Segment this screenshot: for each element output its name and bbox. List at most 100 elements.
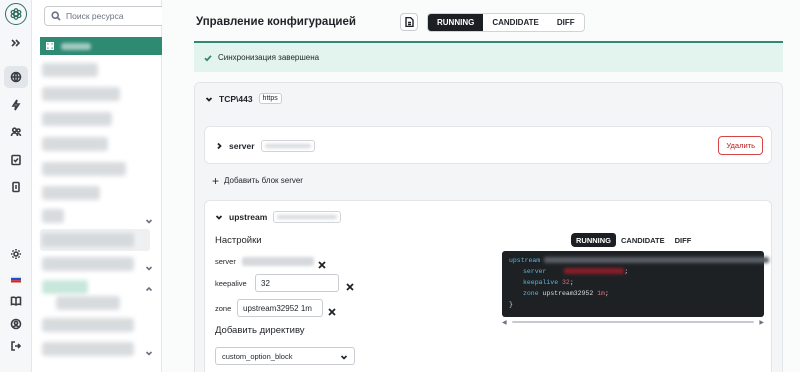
settings-title: Настройки — [215, 235, 262, 246]
checklist-icon[interactable] — [4, 149, 28, 171]
chevron-down-icon — [205, 96, 213, 102]
tree-item[interactable] — [42, 137, 108, 151]
page-title: Управление конфигурацией — [196, 16, 356, 28]
grid-icon — [46, 42, 54, 50]
app-root: Управление конфигурацией RUNNING CANDIDA… — [0, 0, 800, 372]
add-block-label: Добавить блок server — [224, 176, 303, 185]
search-icon — [51, 11, 61, 21]
remove-server-icon[interactable] — [317, 257, 327, 269]
upstream-name-redacted — [273, 211, 342, 223]
keepalive-input[interactable]: 32 — [255, 274, 339, 292]
tab-diff[interactable]: DIFF — [548, 14, 584, 31]
delete-button[interactable]: Удалить — [718, 136, 763, 155]
tree-item[interactable] — [42, 257, 134, 271]
code-line: } — [509, 301, 757, 312]
scroll-track[interactable] — [512, 321, 754, 323]
protocol-tag: https — [258, 93, 282, 104]
network-icon[interactable] — [4, 66, 28, 88]
logout-icon[interactable] — [4, 335, 28, 357]
preview-tab-candidate[interactable]: CANDIDATE — [616, 233, 670, 247]
banner-text: Синхронизация завершена — [218, 53, 320, 62]
code-redacted — [544, 257, 770, 264]
code-text: } — [509, 301, 513, 308]
tab-candidate[interactable]: CANDIDATE — [483, 14, 548, 31]
upstream-label: upstream — [229, 212, 268, 222]
users-icon[interactable] — [4, 121, 28, 143]
tree-item[interactable] — [56, 296, 120, 310]
remove-keepalive-icon[interactable] — [345, 279, 355, 291]
preview-state-tabs: RUNNING CANDIDATE DIFF — [571, 233, 697, 247]
code-line: zone upstream32952 1m; — [509, 290, 757, 301]
export-button[interactable] — [400, 13, 418, 31]
chevron-down-icon — [215, 215, 223, 220]
chevron-down-icon[interactable] — [145, 259, 153, 271]
tree-item[interactable] — [42, 186, 100, 200]
tree-item[interactable] — [42, 162, 126, 176]
chevron-down-icon[interactable] — [145, 212, 153, 224]
listener-title: TCP\443 — [219, 93, 253, 104]
server-header[interactable]: server — [215, 140, 315, 152]
code-keyword: server — [523, 268, 547, 275]
upstream-header[interactable]: upstream — [215, 211, 342, 223]
server-name-redacted — [260, 140, 315, 152]
code-redacted — [564, 268, 625, 275]
chevron-right-icon — [217, 142, 222, 150]
remove-zone-icon[interactable] — [327, 304, 337, 316]
tree-item[interactable] — [42, 318, 134, 332]
add-directive-title: Добавить директиву — [215, 325, 305, 336]
code-text: ; — [604, 290, 609, 297]
book-icon[interactable] — [4, 290, 28, 312]
check-icon — [204, 54, 212, 62]
code-keyword: upstream — [509, 257, 541, 264]
code-text: upstream32952 — [542, 290, 594, 297]
code-value: 32 — [562, 279, 570, 286]
sun-icon[interactable] — [4, 243, 28, 265]
tree-item[interactable] — [42, 112, 112, 126]
listener-header[interactable]: TCP\443 https — [205, 93, 282, 104]
preview-tab-running[interactable]: RUNNING — [571, 233, 616, 247]
config-preview: upstream server ; keepalive 32; zone ups… — [502, 251, 770, 317]
logo-icon[interactable] — [5, 3, 27, 25]
plus-icon: + — [212, 173, 220, 188]
code-line: server ; — [509, 268, 757, 279]
tree-item-label-redacted — [61, 42, 91, 50]
tree-item[interactable] — [42, 342, 134, 356]
directive-select-value: custom_option_block — [222, 351, 293, 361]
tree-item[interactable] — [42, 87, 120, 101]
user-circle-icon[interactable] — [4, 313, 28, 335]
preview-tab-diff[interactable]: DIFF — [670, 233, 697, 247]
file-icon — [404, 17, 414, 27]
bolt-icon[interactable] — [4, 94, 28, 116]
scroll-right-icon[interactable]: ▶ — [759, 319, 764, 326]
chevron-down-icon — [340, 355, 348, 360]
code-keyword: keepalive — [523, 279, 559, 286]
code-value: 1m — [597, 290, 605, 297]
add-server-block-button[interactable]: + Добавить блок server — [212, 173, 303, 188]
code-line: keepalive 32; — [509, 279, 757, 290]
tree-item[interactable] — [42, 233, 134, 247]
tree-item[interactable] — [42, 63, 98, 77]
chevron-down-icon[interactable] — [145, 344, 153, 356]
main-panel: Управление конфигурацией RUNNING CANDIDA… — [162, 0, 800, 372]
flag-icon[interactable] — [4, 268, 28, 290]
code-text: ; — [624, 268, 629, 275]
scroll-left-icon[interactable]: ◀ — [502, 319, 507, 326]
document-icon[interactable] — [4, 176, 28, 198]
code-scrollbar[interactable]: ◀ ▶ — [502, 319, 764, 326]
icon-rail — [0, 0, 32, 372]
sync-banner: Синхронизация завершена — [194, 41, 783, 72]
code-keyword: zone — [523, 290, 539, 297]
server-block: server Удалить — [204, 126, 772, 164]
code-line: upstream — [509, 257, 770, 268]
zone-input[interactable]: upstream32952 1m — [237, 299, 323, 317]
chevron-up-icon[interactable] — [145, 280, 153, 292]
directive-select[interactable]: custom_option_block — [215, 347, 355, 365]
server-field-value-redacted — [242, 257, 314, 266]
tab-running[interactable]: RUNNING — [428, 14, 484, 31]
tree-item-active[interactable] — [42, 280, 88, 294]
tree-item[interactable] — [42, 209, 64, 223]
code-text: ; — [569, 279, 574, 286]
config-state-tabs: RUNNING CANDIDATE DIFF — [427, 13, 585, 32]
expand-icon[interactable] — [4, 32, 28, 54]
server-label: server — [229, 141, 255, 151]
